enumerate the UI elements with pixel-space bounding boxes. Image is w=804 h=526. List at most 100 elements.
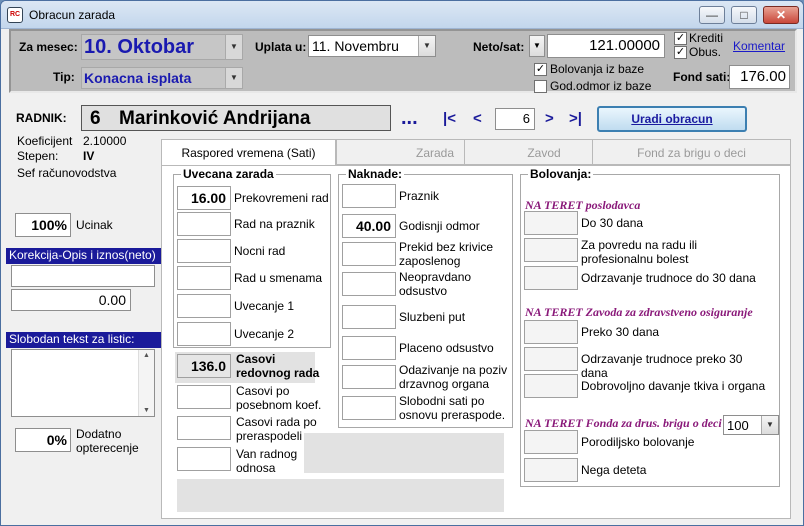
chevron-down-icon[interactable]: ▼ <box>418 36 435 56</box>
bolovanja-input[interactable] <box>524 374 578 398</box>
app-icon: RC <box>7 7 23 23</box>
god-odmor-label: God.odmor iz baze <box>550 79 652 93</box>
nav-first-button[interactable]: |< <box>443 110 456 127</box>
tab-fond[interactable]: Fond za brigu o deci <box>592 139 791 165</box>
uvecana-input[interactable] <box>177 294 231 318</box>
uvecana-input[interactable] <box>177 322 231 346</box>
nav-index-input[interactable]: 6 <box>495 108 535 130</box>
tip-value: Konacna isplata <box>84 70 192 86</box>
uvecana-label: Uvecanje 1 <box>234 299 295 313</box>
naknade-input[interactable] <box>342 242 396 266</box>
tip-combo[interactable]: Konacna isplata ▼ <box>81 67 243 89</box>
obus-label: Obus. <box>689 45 722 59</box>
slobodan-tekst-textarea[interactable]: ▲ ▼ <box>11 349 155 417</box>
minimize-icon: — <box>706 8 718 22</box>
maximize-button[interactable]: □ <box>731 6 757 24</box>
fond-percent-combo[interactable]: 100 ▼ <box>723 415 779 435</box>
employee-role: Sef računovodstva <box>17 166 117 180</box>
bolovanja-input[interactable] <box>524 458 578 482</box>
obus-checkbox[interactable]: ✓ <box>674 46 687 59</box>
chevron-down-icon[interactable]: ▼ <box>225 68 242 88</box>
slobodan-tekst-header: Slobodan tekst za listic: <box>6 332 162 348</box>
naknade-input[interactable] <box>342 272 396 296</box>
van-input[interactable] <box>177 447 231 471</box>
korekcija-opis-input[interactable] <box>11 265 155 287</box>
uvecana-input[interactable] <box>177 239 231 263</box>
chevron-down-icon[interactable]: ▼ <box>761 416 778 434</box>
ucinak-input[interactable]: 100% <box>15 213 71 237</box>
tab-raspored[interactable]: Raspored vremena (Sati) <box>161 139 336 166</box>
fond-sati-input[interactable]: 176.00 <box>729 65 790 89</box>
bolovanja-label: Dobrovoljno davanje tkiva i organa <box>581 379 766 393</box>
uvecana-label: Prekovremeni rad <box>234 191 329 205</box>
bolovanja-input[interactable] <box>524 211 578 235</box>
neto-sat-input[interactable]: 121.00000 <box>547 34 665 58</box>
scroll-down-icon[interactable]: ▼ <box>143 407 150 414</box>
uvecana-label: Rad u smenama <box>234 271 323 285</box>
redovni-input[interactable]: 136.0 <box>177 354 231 378</box>
main-window: RC Obracun zarada — □ ✕ Za mesec: 10. Ok… <box>0 0 804 526</box>
naknade-title: Naknade: <box>346 167 405 181</box>
naknade-input[interactable] <box>342 336 396 360</box>
bolovanja-input[interactable] <box>524 238 578 262</box>
checkmark-icon: ✓ <box>675 46 686 58</box>
uvecana-label: Uvecanje 2 <box>234 327 295 341</box>
preraspodela-input[interactable] <box>177 416 231 440</box>
naknade-input[interactable] <box>342 184 396 208</box>
naknade-label: Sluzbeni put <box>399 310 466 324</box>
textarea-scrollbar[interactable]: ▲ ▼ <box>138 350 154 416</box>
korekcija-header: Korekcija-Opis i iznos(neto) <box>6 248 162 264</box>
uvecana-input[interactable] <box>177 266 231 290</box>
naknade-input[interactable] <box>342 365 396 389</box>
nav-next-button[interactable]: > <box>545 110 554 127</box>
summary-panel <box>177 479 504 512</box>
uradi-obracun-button[interactable]: Uradi obracun <box>597 106 747 132</box>
neto-sat-label: Neto/sat: <box>473 40 525 54</box>
naknade-label: Praznik <box>399 189 440 203</box>
bolovanja-input[interactable] <box>524 430 578 454</box>
stepen-label: Stepen: <box>17 149 59 163</box>
employee-name: Marinković Andrijana <box>119 108 311 129</box>
close-button[interactable]: ✕ <box>763 6 799 24</box>
nav-prev-button[interactable]: < <box>473 110 482 127</box>
bolovanja-section-title: NA TERET Fonda za drus. brigu o deci <box>525 416 722 430</box>
bolovanja-input[interactable] <box>524 347 578 371</box>
stepen-value: IV <box>83 149 95 163</box>
bolovanja-input[interactable] <box>524 266 578 290</box>
bolovanja-input[interactable] <box>524 320 578 344</box>
checkmark-icon: ✓ <box>675 32 686 44</box>
employee-lookup-button[interactable]: ... <box>401 107 418 130</box>
dodatno-input[interactable]: 0% <box>15 428 71 452</box>
uplata-label: Uplata u: <box>255 40 307 54</box>
employee-display: 6 Marinković Andrijana <box>81 105 391 131</box>
bolovanja-label: Porodiljsko bolovanje <box>581 435 695 449</box>
uplata-value: 11. Novembru <box>312 38 399 54</box>
neto-sat-dropdown[interactable]: ▼ <box>529 35 545 57</box>
korekcija-iznos-input[interactable]: 0.00 <box>11 289 131 311</box>
naknade-input[interactable] <box>342 396 396 420</box>
bolovanja-title: Bolovanja: <box>528 167 594 181</box>
komentar-link[interactable]: Komentar <box>733 39 785 53</box>
minimize-button[interactable]: — <box>699 6 725 24</box>
chevron-down-icon[interactable]: ▼ <box>225 35 242 59</box>
uvecana-label: Nocni rad <box>234 244 286 258</box>
ucinak-label: Ucinak <box>76 218 113 232</box>
maximize-icon: □ <box>740 8 748 22</box>
za-mesec-combo[interactable]: 10. Oktobar ▼ <box>81 34 243 60</box>
naknade-input[interactable] <box>342 305 396 329</box>
uvecana-label: Rad na praznik <box>234 217 315 231</box>
nav-last-button[interactable]: >| <box>569 110 582 127</box>
god-odmor-checkbox[interactable] <box>534 80 547 93</box>
scroll-up-icon[interactable]: ▲ <box>143 352 150 359</box>
bolovanja-label: Za povredu na radu ili profesionalnu bol… <box>581 238 698 266</box>
naknade-input[interactable]: 40.00 <box>342 214 396 238</box>
bolovanja-checkbox[interactable]: ✓ <box>534 63 547 76</box>
van-label: Van radnog odnosa <box>236 447 298 475</box>
bolovanja-label: Odrzavanje trudnoce do 30 dana <box>581 271 756 285</box>
uplata-combo[interactable]: 11. Novembru ▼ <box>308 35 436 57</box>
posebni-input[interactable] <box>177 385 231 409</box>
uvecana-input[interactable]: 16.00 <box>177 186 231 210</box>
dodatno-label: Dodatno opterecenje <box>76 427 139 455</box>
uvecana-input[interactable] <box>177 212 231 236</box>
krediti-checkbox[interactable]: ✓ <box>674 32 687 45</box>
